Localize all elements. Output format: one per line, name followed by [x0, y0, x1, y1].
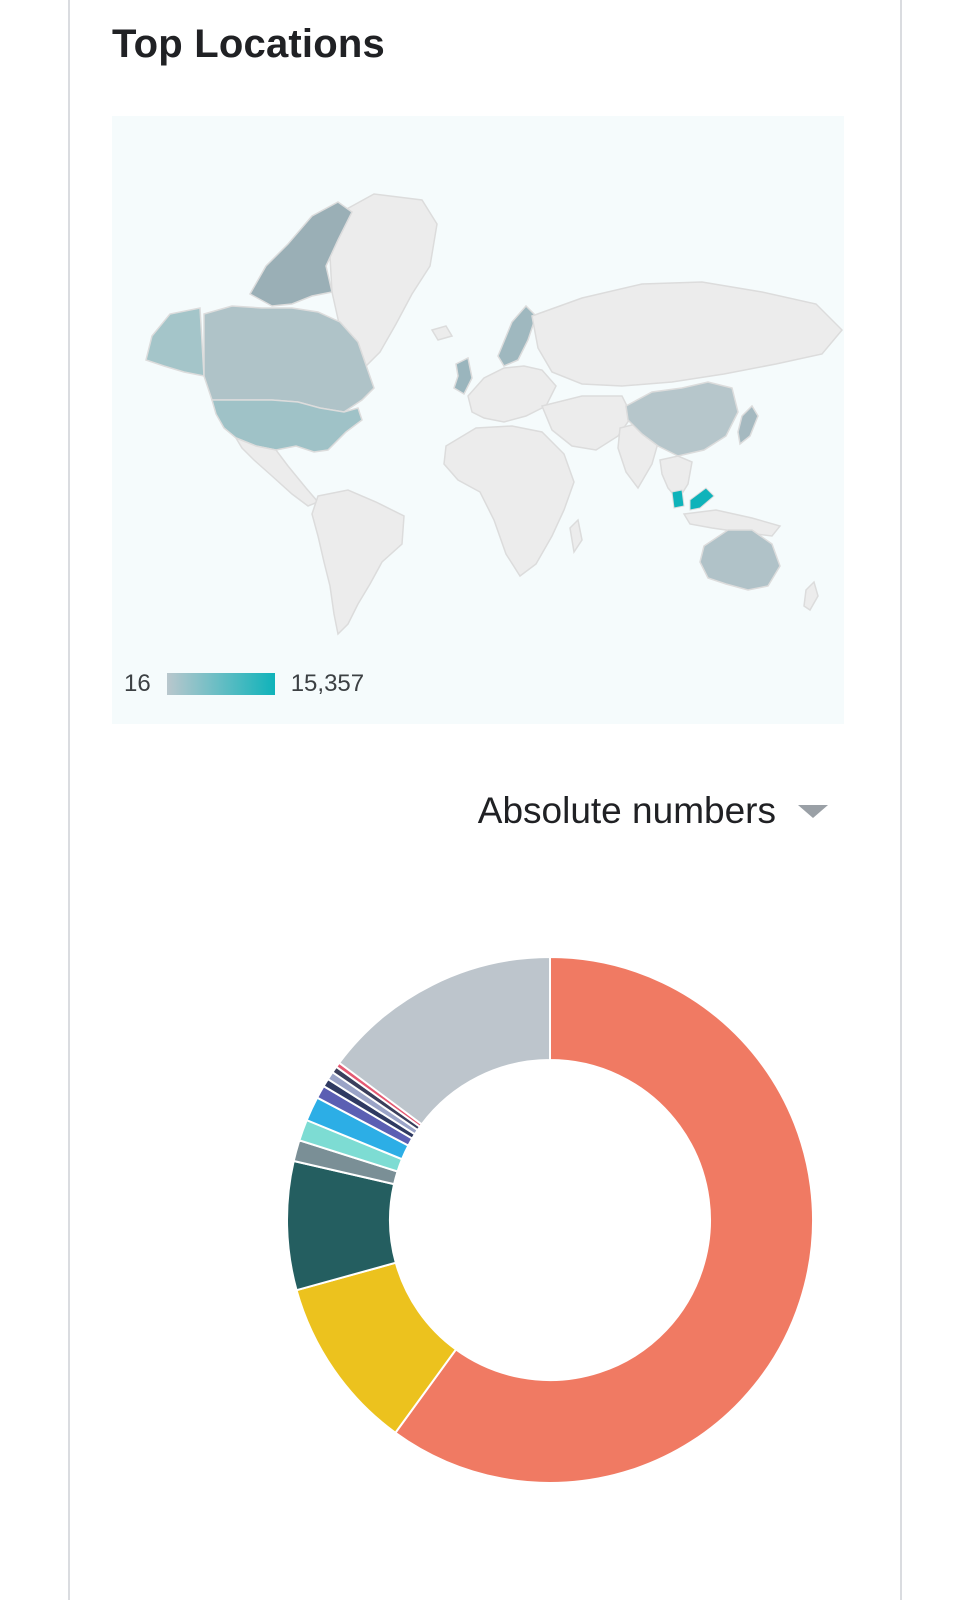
metric-dropdown-label: Absolute numbers [477, 790, 776, 831]
europe-region [467, 365, 557, 423]
scandinavia-region [497, 304, 537, 367]
south-america-region [311, 489, 405, 636]
new-zealand-region [803, 580, 819, 612]
world-map-svg [145, 193, 844, 636]
japan-region [737, 404, 759, 446]
legend-color-scale [166, 673, 275, 695]
russia-region [531, 281, 844, 387]
donut-chart[interactable] [270, 940, 830, 1500]
legend-max-value: 15,357 [290, 670, 365, 697]
map-legend: 16 15,357 [124, 668, 364, 700]
africa-region [443, 425, 575, 578]
madagascar-region [569, 518, 583, 554]
donut-chart-svg [286, 955, 814, 1484]
caret-down-icon [798, 804, 828, 818]
iceland-region [430, 325, 454, 341]
card-title: Top Locations [112, 22, 385, 66]
australia-region [699, 529, 781, 591]
uk-region [453, 356, 473, 396]
malaysia-region [671, 487, 715, 511]
top-locations-card: Top Locations 16 15,357 Absolute numbers [68, 0, 902, 1600]
legend-min-value: 16 [124, 670, 151, 697]
world-map[interactable]: 16 15,357 [112, 116, 844, 724]
alaska-region [145, 307, 205, 377]
metric-dropdown[interactable]: Absolute numbers [478, 790, 828, 832]
